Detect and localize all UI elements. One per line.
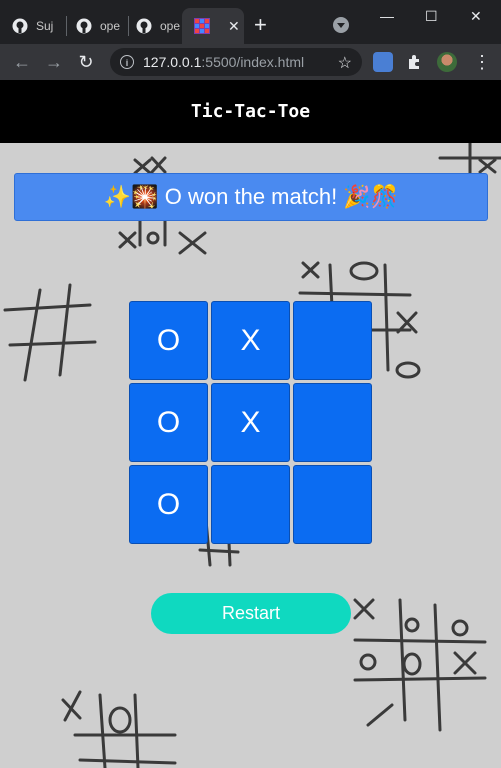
board-cell[interactable] bbox=[293, 383, 372, 462]
tictactoe-favicon-icon bbox=[194, 18, 210, 34]
address-bar[interactable]: i 127.0.0.1:5500/index.html ☆ bbox=[110, 48, 362, 76]
game-board: O X O X O bbox=[129, 301, 373, 545]
tab-search-icon[interactable] bbox=[333, 17, 349, 33]
board-cell[interactable] bbox=[293, 301, 372, 380]
game-status-banner: ✨🎇 O won the match! 🎉🎊 bbox=[14, 173, 488, 221]
restart-button[interactable]: Restart bbox=[151, 593, 351, 634]
translate-extension-icon[interactable] bbox=[373, 52, 393, 72]
close-window-button[interactable]: ✕ bbox=[470, 8, 482, 25]
bookmark-star-icon[interactable]: ☆ bbox=[338, 53, 352, 73]
close-tab-icon[interactable]: ✕ bbox=[228, 18, 240, 35]
github-icon bbox=[76, 18, 92, 34]
github-icon bbox=[136, 18, 152, 34]
board-cell[interactable]: O bbox=[129, 465, 208, 544]
browser-toolbar: ← → ↻ i 127.0.0.1:5500/index.html ☆ ⋮ bbox=[0, 44, 501, 80]
github-icon bbox=[12, 18, 28, 34]
url-host: 127.0.0.1 bbox=[143, 54, 202, 70]
browser-tab[interactable]: ope bbox=[64, 8, 126, 44]
board-cell[interactable]: O bbox=[129, 301, 208, 380]
extensions-puzzle-icon[interactable] bbox=[405, 52, 425, 72]
maximize-button[interactable]: ☐ bbox=[425, 8, 438, 25]
tab-label: ope bbox=[100, 19, 121, 33]
browser-tab-active[interactable]: ✕ bbox=[182, 8, 244, 44]
tab-label: ope bbox=[160, 19, 181, 33]
minimize-button[interactable]: — bbox=[380, 8, 394, 24]
forward-icon[interactable]: → bbox=[42, 50, 66, 74]
new-tab-button[interactable]: + bbox=[254, 14, 267, 36]
page-title: Tic-Tac-Toe bbox=[190, 101, 311, 122]
url-path: :5500/index.html bbox=[201, 54, 305, 70]
page-content: Tic-Tac-Toe ✨🎇 O won the match! 🎉🎊 O X O… bbox=[0, 80, 501, 768]
browser-tab[interactable]: ope bbox=[124, 8, 182, 44]
board-cell[interactable]: O bbox=[129, 383, 208, 462]
browser-tab[interactable]: Suj bbox=[0, 8, 62, 44]
back-icon[interactable]: ← bbox=[10, 50, 34, 74]
browser-tab-bar: Suj ope ope ✕ + — ☐ ✕ bbox=[0, 0, 501, 44]
profile-avatar[interactable] bbox=[437, 52, 457, 72]
board-cell[interactable]: X bbox=[211, 301, 290, 380]
menu-kebab-icon[interactable]: ⋮ bbox=[470, 50, 494, 74]
status-text: ✨🎇 O won the match! 🎉🎊 bbox=[103, 184, 399, 209]
board-cell[interactable]: X bbox=[211, 383, 290, 462]
tab-label: Suj bbox=[36, 19, 54, 33]
board-cell[interactable] bbox=[293, 465, 372, 544]
reload-icon[interactable]: ↻ bbox=[74, 50, 98, 74]
board-cell[interactable] bbox=[211, 465, 290, 544]
app-header: Tic-Tac-Toe bbox=[0, 80, 501, 143]
site-info-icon[interactable]: i bbox=[120, 55, 134, 69]
